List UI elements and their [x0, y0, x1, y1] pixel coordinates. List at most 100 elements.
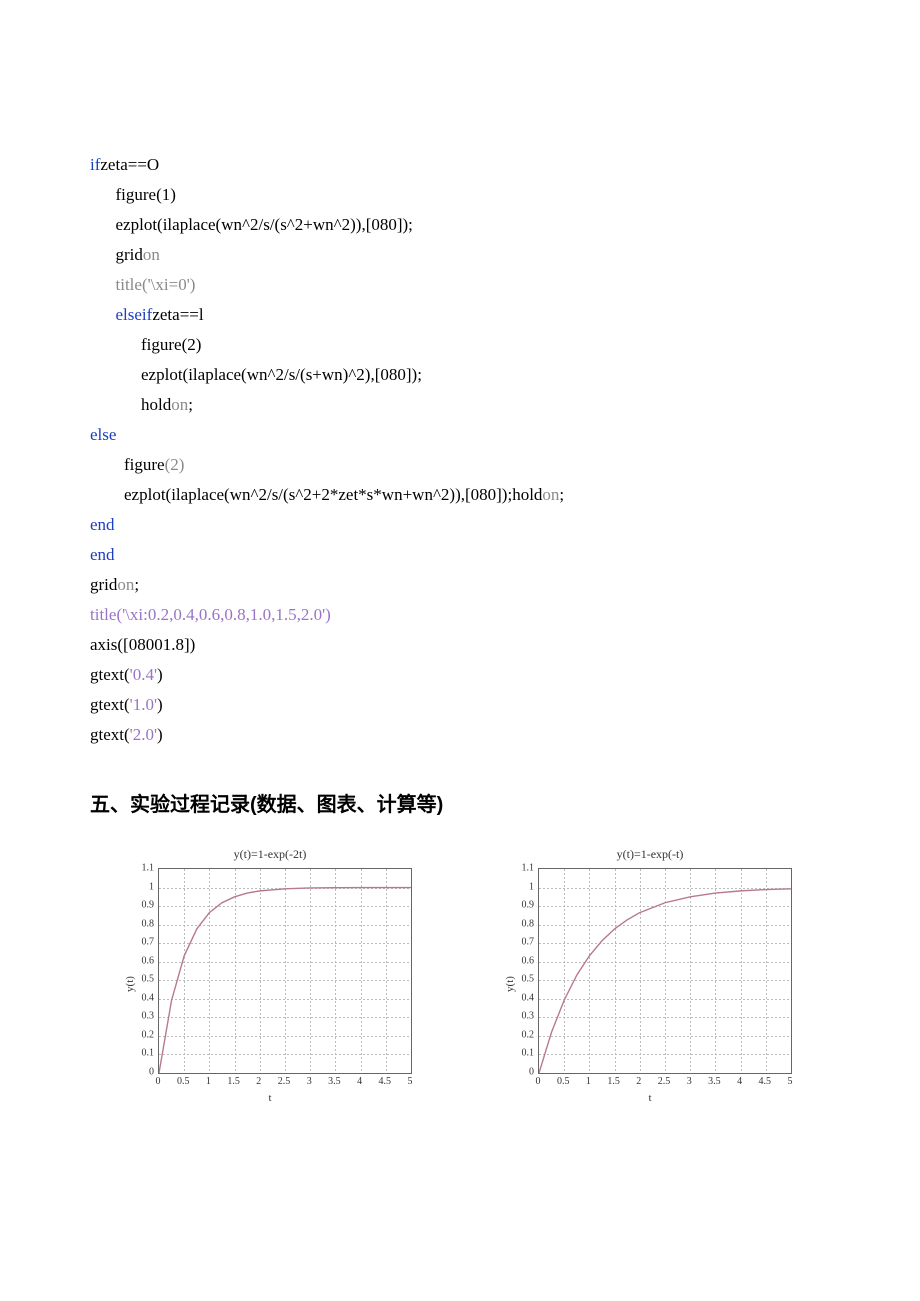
y-axis-label: y(t) — [124, 976, 136, 992]
x-axis-label: t — [268, 1092, 271, 1104]
chart-body: 00.511.522.533.544.5500.10.20.30.40.50.6… — [500, 864, 800, 1104]
x-tick: 0 — [156, 1076, 161, 1087]
kw-on: on — [143, 245, 160, 264]
code-text: gtext( — [90, 665, 130, 684]
y-tick: 0 — [124, 1067, 154, 1078]
chart-body: 00.511.522.533.544.5500.10.20.30.40.50.6… — [120, 864, 420, 1104]
code-text: ezplot(ilaplace(wn^2/s/(s^2+2*zet*s*wn+w… — [124, 485, 542, 504]
chart-title: y(t)=1-exp(-t) — [617, 847, 684, 862]
code-str: '\xi=0' — [148, 275, 190, 294]
code-str: '1.0' — [130, 695, 157, 714]
x-tick: 4 — [737, 1076, 742, 1087]
x-tick: 3 — [307, 1076, 312, 1087]
y-axis-label: y(t) — [504, 976, 516, 992]
code-text: ; — [134, 575, 139, 594]
code-text: zeta==O — [100, 155, 159, 174]
x-tick: 2 — [256, 1076, 261, 1087]
y-tick: 0.6 — [504, 955, 534, 966]
y-tick: 0.4 — [124, 992, 154, 1003]
x-tick: 3.5 — [328, 1076, 341, 1087]
x-tick: 1.5 — [227, 1076, 240, 1087]
x-tick: 5 — [788, 1076, 793, 1087]
charts-row: y(t)=1-exp(-2t) 0 0.5 1 1.5 2 2.5 3 3.5 4 4.5 5 0 0.… — [90, 847, 830, 1104]
plot-area — [538, 868, 792, 1074]
code-block: ifzeta==O figure(1) ezplot(ilaplace(wn^2… — [90, 120, 830, 750]
y-tick: 0.2 — [124, 1029, 154, 1040]
y-tick: 0.9 — [124, 900, 154, 911]
code-text: ezplot(ilaplace(wn^2/s/(s^2+wn^2)),[080]… — [116, 215, 413, 234]
curve — [539, 889, 791, 1073]
x-tick: 0 — [536, 1076, 541, 1087]
code-text: grid — [90, 575, 117, 594]
kw-on: on — [542, 485, 559, 504]
curve — [159, 888, 411, 1073]
code-text: zeta==l — [152, 305, 203, 324]
code-str: '\xi:0.2,0.4,0.6,0.8,1.0,1.5,2.0' — [122, 605, 325, 624]
kw-elseif: elseif — [116, 305, 153, 324]
y-tick: 1 — [504, 881, 534, 892]
code-text: ) — [325, 605, 331, 624]
code-text: grid — [116, 245, 143, 264]
code-text: ) — [157, 665, 163, 684]
y-tick: 1.1 — [504, 863, 534, 874]
x-tick: 4.5 — [759, 1076, 772, 1087]
kw-on: on — [117, 575, 134, 594]
x-tick: 5 — [408, 1076, 413, 1087]
x-tick: 0.5 — [557, 1076, 570, 1087]
x-tick: 0.5 — [177, 1076, 190, 1087]
y-tick: 0.1 — [504, 1048, 534, 1059]
code-text: gtext( — [90, 695, 130, 714]
kw-else: else — [90, 425, 116, 444]
code-text: figure — [124, 455, 165, 474]
code-str: '2.0' — [130, 725, 157, 744]
y-tick: 1.1 — [124, 863, 154, 874]
y-tick: 0 — [504, 1067, 534, 1078]
code-text: ) — [157, 725, 163, 744]
code-title: title( — [90, 605, 122, 624]
code-text: gtext( — [90, 725, 130, 744]
x-tick: 2 — [636, 1076, 641, 1087]
x-tick: 4.5 — [379, 1076, 392, 1087]
code-text: ) — [190, 275, 196, 294]
code-text: ezplot(ilaplace(wn^2/s/(s+wn)^2),[080]); — [141, 365, 422, 384]
x-tick: 2.5 — [658, 1076, 671, 1087]
code-text: ; — [559, 485, 564, 504]
plot-area — [158, 868, 412, 1074]
x-axis-label: t — [648, 1092, 651, 1104]
x-tick: 1.5 — [607, 1076, 620, 1087]
x-tick: 2.5 — [278, 1076, 291, 1087]
kw-if: if — [90, 155, 100, 174]
code-text: ) — [157, 695, 163, 714]
y-tick: 0.4 — [504, 992, 534, 1003]
y-tick: 0.8 — [504, 918, 534, 929]
y-tick: 0.7 — [504, 937, 534, 948]
y-tick: 0.3 — [124, 1011, 154, 1022]
y-tick: 0.7 — [124, 937, 154, 948]
y-tick: 1 — [124, 881, 154, 892]
chart-left: y(t)=1-exp(-2t) 0 0.5 1 1.5 2 2.5 3 3.5 4 4.5 5 0 0.… — [120, 847, 420, 1104]
y-tick: 0.9 — [504, 900, 534, 911]
code-str: '0.4' — [130, 665, 157, 684]
y-tick: 0.8 — [124, 918, 154, 929]
code-text: axis([08001.8]) — [90, 635, 195, 654]
y-tick: 0.3 — [504, 1011, 534, 1022]
kw-end: end — [90, 515, 115, 534]
x-tick: 4 — [357, 1076, 362, 1087]
y-tick: 0.2 — [504, 1029, 534, 1040]
code-title: title( — [116, 275, 148, 294]
chart-title: y(t)=1-exp(-2t) — [234, 847, 307, 862]
chart-right: y(t)=1-exp(-t) 0 0.5 1 1.5 2 2.5 3 3.5 4 4.5 5 0 0.1… — [500, 847, 800, 1104]
section-heading: 五、实验过程记录(数据、图表、计算等) — [90, 788, 830, 817]
code-text: ; — [188, 395, 193, 414]
x-tick: 3.5 — [708, 1076, 721, 1087]
x-tick: 1 — [586, 1076, 591, 1087]
code-text: figure(1) — [116, 185, 176, 204]
code-text: hold — [141, 395, 171, 414]
code-text: (2) — [165, 455, 185, 474]
y-tick: 0.6 — [124, 955, 154, 966]
x-tick: 1 — [206, 1076, 211, 1087]
code-text: figure(2) — [141, 335, 201, 354]
kw-on: on — [171, 395, 188, 414]
kw-end: end — [90, 545, 115, 564]
x-tick: 3 — [687, 1076, 692, 1087]
